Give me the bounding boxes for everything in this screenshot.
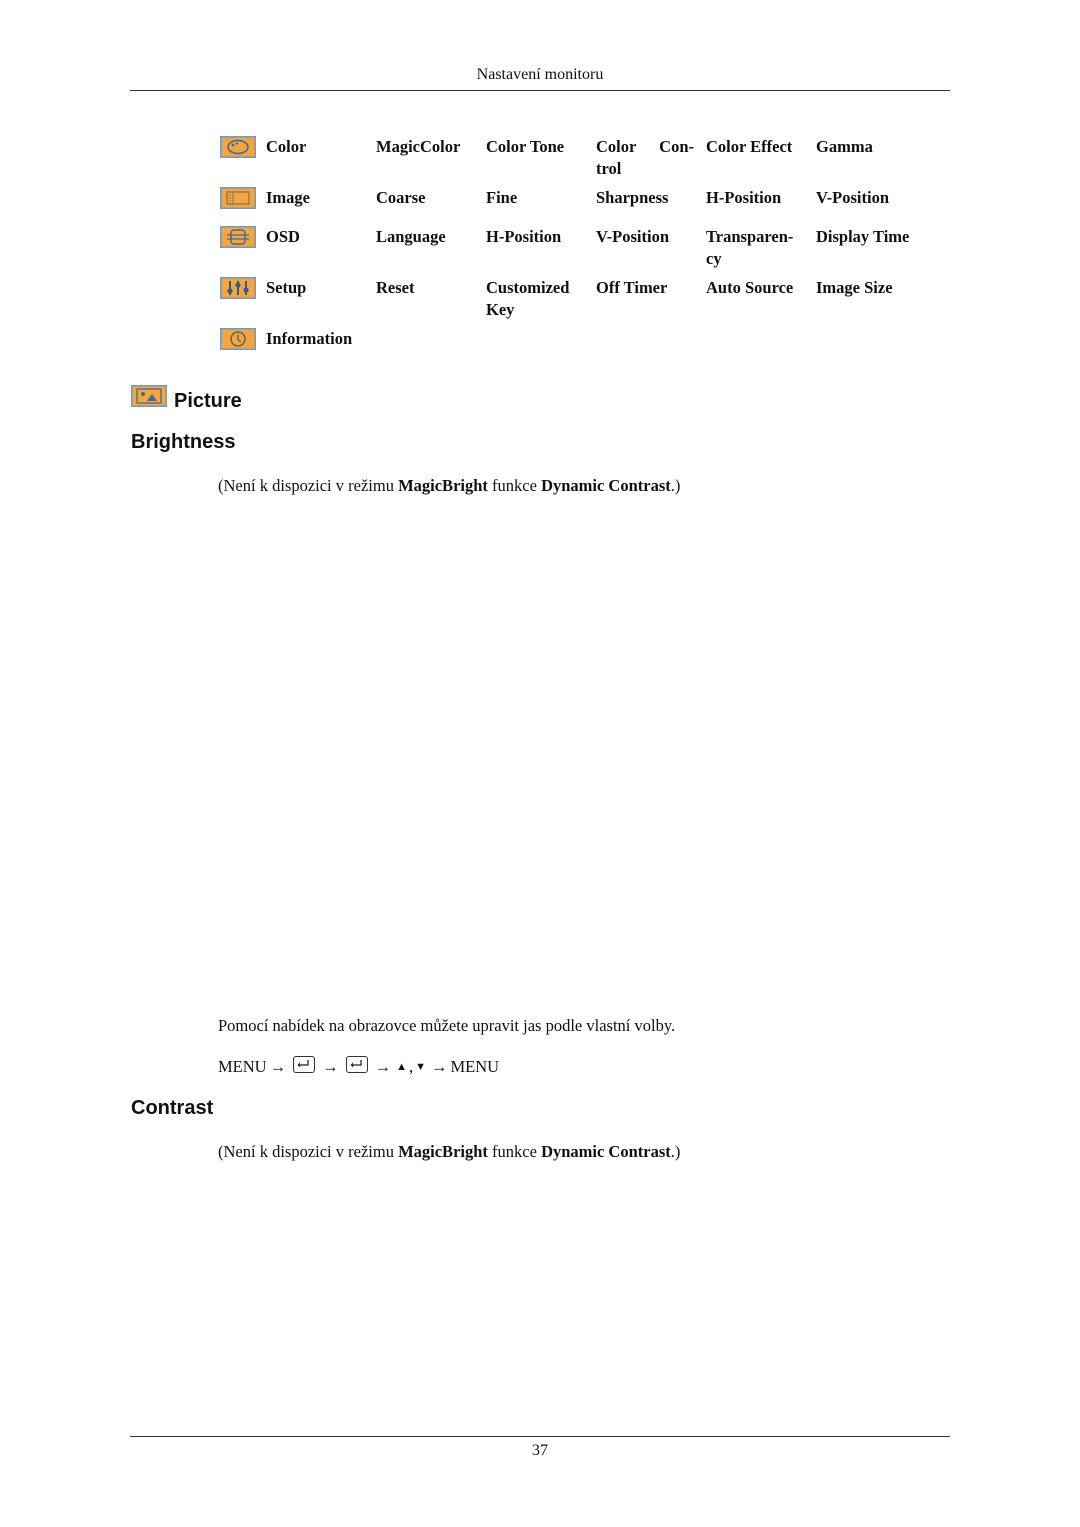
menu-item-magiccolor: MagicColor [376,137,461,156]
menu-item-language: Language [376,227,446,246]
enter-key-icon [293,1055,316,1073]
arrow-icon: → [374,1057,392,1076]
image-icon [220,187,256,209]
arrow-icon: → [269,1057,287,1076]
note-dynamic-contrast: Dynamic Contrast [541,1142,671,1161]
contrast-availability-note: (Není k dispozici v režimu MagicBright f… [218,1142,680,1162]
header-rule [130,90,950,91]
setup-sliders-icon [220,277,256,299]
menu-item-color-tone: Color Tone [486,137,565,156]
menu-item-image-size: Image Size [816,278,893,297]
menu-navigation-path: MENU → → → ▲ , ▼ → MENU [218,1055,500,1077]
note-dynamic-contrast: Dynamic Contrast [541,476,671,495]
section-picture-heading: Picture [131,384,242,413]
arrow-icon: → [322,1057,339,1076]
menu-row-information: Information [220,328,926,358]
running-header: Nastavení monitoru [476,66,604,83]
menu-item-color-control: Color Con-trol [596,137,694,178]
up-triangle-icon: ▲ [396,1061,407,1073]
menu-item-osd-v-position: V-Position [596,227,670,246]
menu-item-display-time: Display Time [816,227,910,246]
menu-item-information: Information [266,329,353,348]
information-icon [220,328,256,350]
brightness-heading: Brightness [131,431,236,453]
note-text: funkce [487,476,542,495]
picture-icon [131,385,167,412]
brightness-availability-note: (Není k dispozici v režimu MagicBright f… [218,476,680,496]
osd-icon [220,226,256,248]
contrast-heading: Contrast [131,1097,214,1119]
menu-item-image: Image [266,188,310,207]
note-text: .) [670,1142,681,1161]
footer-rule [130,1436,950,1437]
enter-key-icon [345,1055,368,1073]
menu-item-reset: Reset [376,278,415,297]
menu-item-setup: Setup [266,278,307,297]
menu-row-setup: Setup Reset Customized Key Off Timer Aut… [220,277,926,328]
menu-row-osd: OSD Language H-Position V-Position Trans… [220,226,926,277]
path-menu-end: MENU [450,1057,500,1076]
menu-item-off-timer: Off Timer [596,278,668,297]
menu-item-color: Color [266,137,307,156]
menu-item-h-position: H-Position [706,188,782,207]
brightness-description: Pomocí nabídek na obrazovce můžete uprav… [218,1016,676,1035]
note-magicbright: MagicBright [398,1142,488,1161]
section-title: Picture [174,390,242,412]
menu-item-color-effect: Color Effect [706,137,793,156]
osd-menu-table: Color MagicColor Color Tone Color Con-tr… [220,136,926,358]
menu-item-customized-key: Customized Key [486,278,570,319]
page-number: 37 [532,1442,548,1459]
note-magicbright: MagicBright [398,476,488,495]
down-triangle-icon: ▼ [415,1061,426,1073]
menu-item-coarse: Coarse [376,188,426,207]
path-separator: , [408,1057,414,1076]
menu-item-osd: OSD [266,227,300,246]
menu-item-auto-source: Auto Source [706,278,794,297]
menu-item-sharpness: Sharpness [596,188,669,207]
menu-item-osd-h-position: H-Position [486,227,562,246]
menu-item-fine: Fine [486,188,518,207]
arrow-icon: → [431,1057,448,1076]
menu-row-image: Image Coarse Fine Sharpness H-Position V… [220,187,926,226]
menu-row-color: Color MagicColor Color Tone Color Con-tr… [220,136,926,187]
note-text: (Není k dispozici v režimu [218,1142,399,1161]
note-text: funkce [487,1142,542,1161]
color-palette-icon [220,136,256,158]
menu-item-transparency: Transparen-cy [706,227,794,268]
path-menu-start: MENU [218,1057,267,1076]
menu-item-gamma: Gamma [816,137,873,156]
menu-item-v-position: V-Position [816,188,890,207]
note-text: .) [670,476,681,495]
note-text: (Není k dispozici v režimu [218,476,399,495]
